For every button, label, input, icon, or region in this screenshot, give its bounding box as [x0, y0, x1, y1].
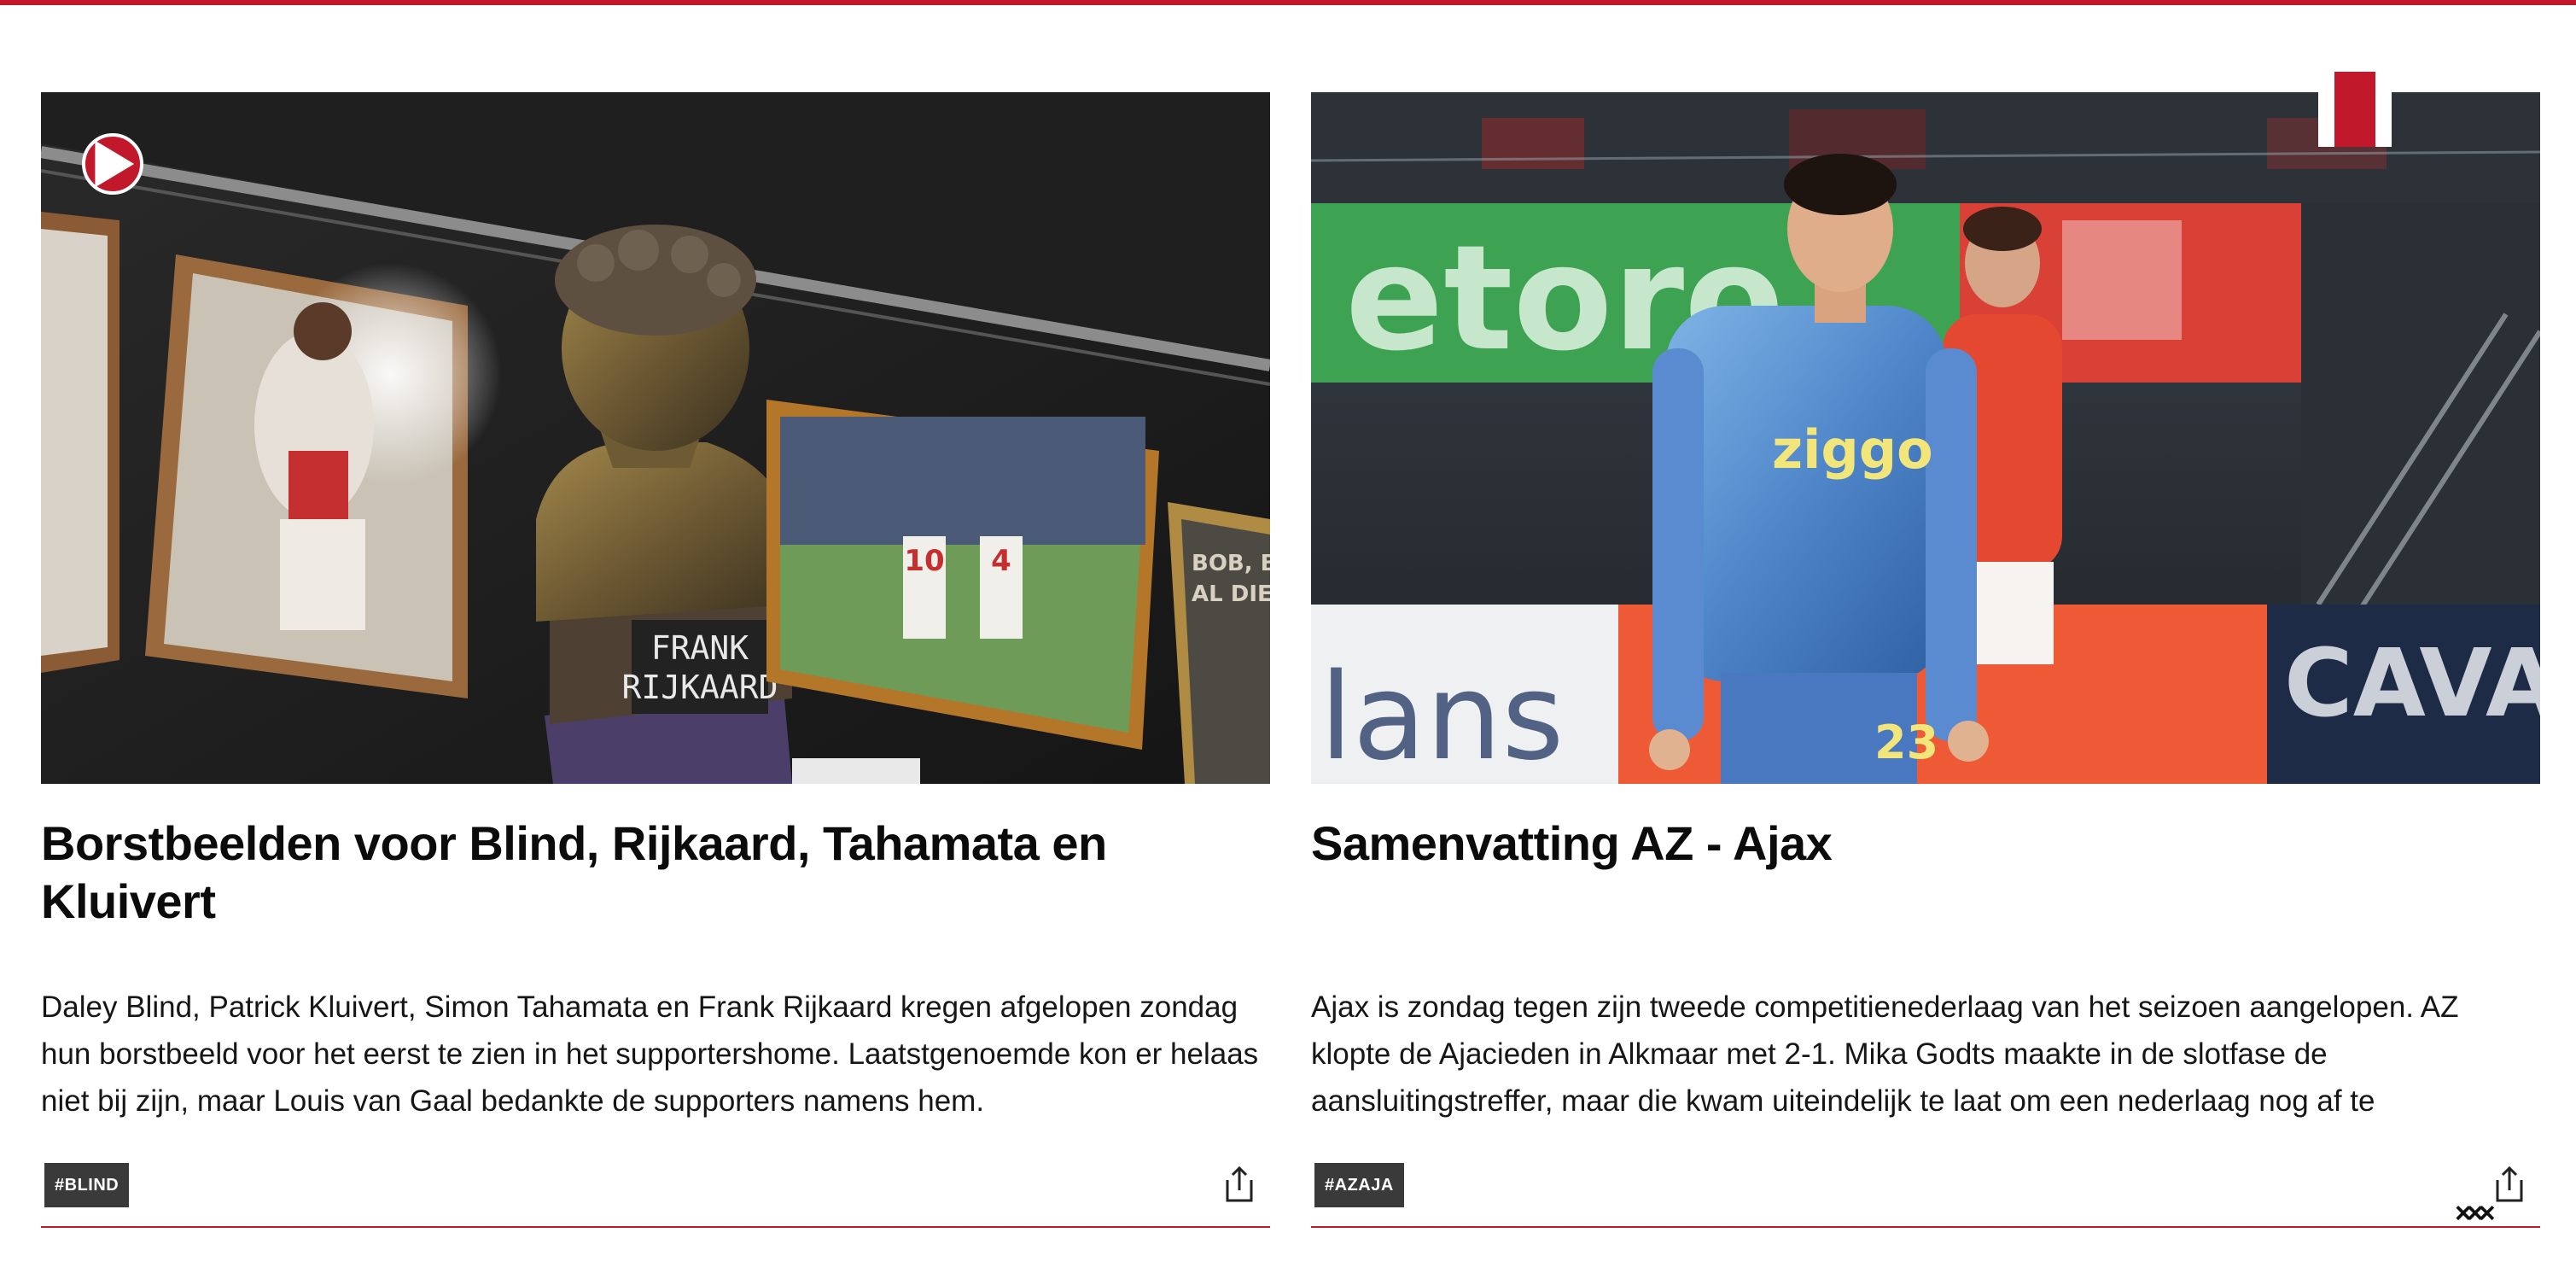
bookmark-flag-icon [2334, 72, 2375, 147]
shirt-number-a: 10 [904, 544, 944, 578]
bust-wall-photo: FRANK RIJKAARD 10 4 BOB, BEDA [41, 92, 1270, 784]
poster-line-2: AL DIE MO [1192, 581, 1270, 607]
bookmark-flag-tab[interactable] [2318, 72, 2392, 147]
article-tag[interactable]: #BLIND [44, 1163, 130, 1207]
article-headline[interactable]: Borstbeelden voor Blind, Rijkaard, Taham… [41, 815, 1253, 931]
article-summary: Ajax is zondag tegen zijn tweede competi… [1311, 990, 2459, 1118]
card-bottom-rule [41, 1226, 1270, 1228]
board-lans-text: lans [1320, 648, 1564, 784]
article-summary: Daley Blind, Patrick Kluivert, Simon Tah… [41, 990, 1259, 1118]
article-card-samenvatting[interactable]: etoro lans CAVA ziggo 23 Samenvatting AZ… [1311, 92, 2540, 1230]
shirt-number-b: 4 [991, 544, 1011, 578]
card-bottom-rule [1311, 1226, 2540, 1228]
poster-line-1: BOB, BEDA [1192, 551, 1270, 576]
board-cava-text: CAVA [2284, 628, 2540, 738]
plaque-line-1: FRANK [651, 629, 749, 667]
article-card-borstbeelden[interactable]: FRANK RIJKAARD 10 4 BOB, BEDA [41, 92, 1270, 1230]
top-accent-rule [0, 0, 2576, 5]
article-tag[interactable]: #AZAJA [1314, 1163, 1404, 1207]
play-icon [95, 140, 135, 188]
plaque-line-2: RIJKAARD [621, 669, 778, 706]
shirt-number-text: 23 [1874, 716, 1938, 769]
article-headline[interactable]: Samenvatting AZ - Ajax [1311, 815, 2523, 873]
article-image[interactable]: FRANK RIJKAARD 10 4 BOB, BEDA [41, 92, 1270, 784]
article-image[interactable]: etoro lans CAVA ziggo 23 [1311, 92, 2540, 784]
shirt-sponsor-text: ziggo [1772, 418, 1933, 481]
match-photo: etoro lans CAVA ziggo 23 [1311, 92, 2540, 784]
play-video-button[interactable] [82, 133, 143, 195]
brand-xxx-mark: ××× [2455, 1197, 2496, 1230]
share-icon [1226, 1166, 1253, 1202]
share-button[interactable] [1222, 1165, 1256, 1204]
